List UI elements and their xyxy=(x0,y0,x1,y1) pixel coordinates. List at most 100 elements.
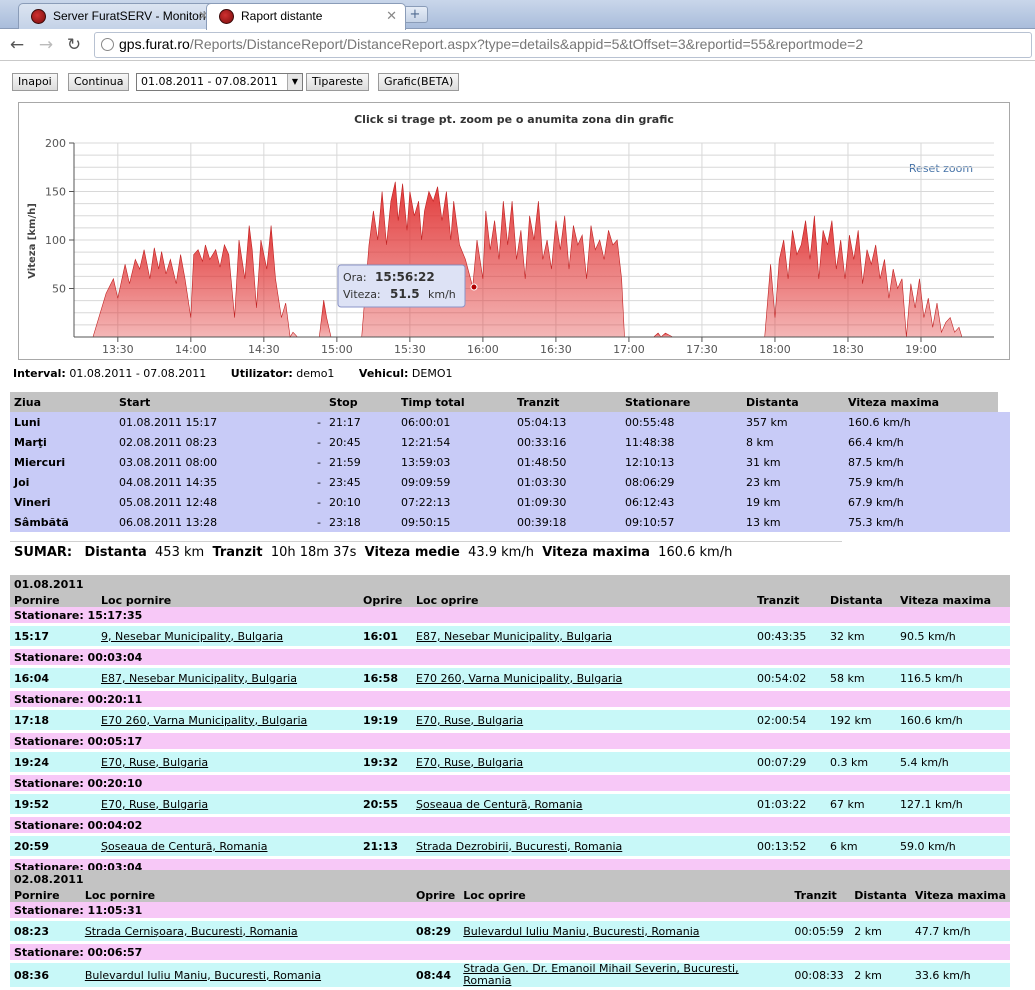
loc-pornire-link[interactable]: Şoseaua de Centură, Romania xyxy=(101,840,267,853)
pornire-cell: 19:24 xyxy=(10,752,97,772)
column-header: Pornire xyxy=(10,886,81,902)
speed-chart-svg[interactable]: Click si trage pt. zoom pe o anumita zon… xyxy=(19,103,1009,359)
loc-oprire-link[interactable]: E70 260, Varna Municipality, Bulgaria xyxy=(416,672,622,685)
chart-tooltip: Ora: 15:56:22 Viteza: 51.5 km/h xyxy=(337,264,478,308)
loc-oprire-link[interactable]: E87, Nesebar Municipality, Bulgaria xyxy=(416,630,612,643)
browser-tab-strip: Server FuratSERV - Monitoriza ✕ Raport d… xyxy=(0,0,1035,30)
loc-oprire-link[interactable]: Şoseaua de Centură, Romania xyxy=(416,798,582,811)
loc-oprire-link[interactable]: Strada Gen. Dr. Emanoil Mihail Severin, … xyxy=(463,962,738,987)
day-cell: 357 km xyxy=(742,412,844,432)
column-header: Ziua xyxy=(10,392,115,412)
tranzit-cell: 00:08:33 xyxy=(790,963,851,987)
tranzit-cell: 00:13:52 xyxy=(753,836,826,856)
browser-tab-monitorizare[interactable]: Server FuratSERV - Monitoriza ✕ xyxy=(18,3,218,29)
pornire-cell: 16:04 xyxy=(10,668,97,688)
forward-arrow-icon[interactable]: → xyxy=(35,34,57,56)
inapoi-button[interactable]: Inapoi xyxy=(12,73,58,91)
site-favicon-icon xyxy=(219,9,234,24)
day-cell: 66.4 km/h xyxy=(844,432,998,452)
close-icon[interactable]: ✕ xyxy=(386,8,397,24)
column-header: Loc oprire xyxy=(459,886,791,902)
speed-area-segment-small xyxy=(652,332,673,338)
loc-pornire-cell: E87, Nesebar Municipality, Bulgaria xyxy=(97,668,359,688)
stationare-text: Stationare: 00:20:11 xyxy=(10,691,1010,707)
oprire-cell: 20:55 xyxy=(359,794,412,814)
interval-label: Interval: xyxy=(13,367,66,380)
day-cell: 160.6 km/h xyxy=(844,412,998,432)
oprire-cell: 08:44 xyxy=(411,963,460,987)
speed-area-segment-bump xyxy=(318,300,332,338)
day-cell: 75.9 km/h xyxy=(844,472,998,492)
back-arrow-icon[interactable]: ← xyxy=(6,34,28,56)
loc-pornire-link[interactable]: E70 260, Varna Municipality, Bulgaria xyxy=(101,714,307,727)
chart-series xyxy=(92,181,963,338)
loc-pornire-cell: Strada Cernişoara, Bucuresti, Romania xyxy=(80,921,412,941)
y-tick-label: 100 xyxy=(45,234,66,247)
tranzit-cell: 01:03:22 xyxy=(753,794,826,814)
chevron-down-icon[interactable]: ▼ xyxy=(287,74,302,90)
x-tick-label: 18:30 xyxy=(832,343,864,356)
column-header: Loc pornire xyxy=(97,591,359,607)
reset-zoom-button[interactable]: Reset zoom xyxy=(909,162,973,175)
loc-pornire-link[interactable]: 9, Nesebar Municipality, Bulgaria xyxy=(101,630,283,643)
column-header: Viteza maxima xyxy=(910,886,1010,902)
loc-oprire-link[interactable]: E70, Ruse, Bulgaria xyxy=(416,714,523,727)
oprire-cell: 21:13 xyxy=(359,836,412,856)
day-cell: 12:10:13 xyxy=(621,452,742,472)
divider xyxy=(10,541,842,542)
tooltip-ora-label: Ora: xyxy=(343,271,367,284)
loc-pornire-link[interactable]: E87, Nesebar Municipality, Bulgaria xyxy=(101,672,297,685)
speed-chart[interactable]: Click si trage pt. zoom pe o anumita zon… xyxy=(18,102,1010,360)
day-cell: 08:06:29 xyxy=(621,472,742,492)
browser-tab-raport-distante[interactable]: Raport distante ✕ xyxy=(206,3,406,30)
day-row: Vineri 05.08.2011 12:48-20:10 07:22:13 01:0… xyxy=(10,492,1010,512)
day-cell: 67.9 km/h xyxy=(844,492,998,512)
oprire-cell: 19:19 xyxy=(359,710,412,730)
vehicul-label: Vehicul: xyxy=(358,367,409,380)
tipareste-button[interactable]: Tipareste xyxy=(306,73,370,91)
stationare-text: Stationare: 00:03:04 xyxy=(10,649,1010,665)
day-cell: 01:48:50 xyxy=(513,452,621,472)
day-cell: 23:18 xyxy=(325,512,397,532)
address-bar[interactable]: gps.furat.ro/Reports/DistanceReport/Dist… xyxy=(94,32,1032,58)
browser-nav-bar: ← → ↻ gps.furat.ro/Reports/DistanceRepor… xyxy=(0,29,1035,61)
continua-button[interactable]: Continua xyxy=(68,73,130,91)
column-header: Stationare xyxy=(621,392,742,412)
x-tick-label: 13:30 xyxy=(102,343,134,356)
loc-pornire-link[interactable]: Strada Cernişoara, Bucuresti, Romania xyxy=(85,925,298,938)
tranzit-value: 10h 18m 37s xyxy=(270,545,357,560)
column-header: Timp total xyxy=(397,392,513,412)
day-start: 04.08.2011 14:35 xyxy=(115,472,305,492)
viteza-maxima-label: Viteza maxima xyxy=(542,545,650,560)
day-cell: 11:48:38 xyxy=(621,432,742,452)
loc-pornire-cell: E70, Ruse, Bulgaria xyxy=(97,794,359,814)
loc-pornire-link[interactable]: E70, Ruse, Bulgaria xyxy=(101,798,208,811)
loc-oprire-cell: Strada Dezrobirii, Bucuresti, Romania xyxy=(412,836,753,856)
dash: - xyxy=(305,432,325,452)
grafic-button[interactable]: Grafic(BETA) xyxy=(378,73,460,91)
loc-oprire-link[interactable]: Strada Dezrobirii, Bucuresti, Romania xyxy=(416,840,622,853)
day-cell: 09:10:57 xyxy=(621,512,742,532)
day-cell: 01:09:30 xyxy=(513,492,621,512)
dash: - xyxy=(305,492,325,512)
loc-oprire-cell: Şoseaua de Centură, Romania xyxy=(412,794,753,814)
loc-oprire-link[interactable]: E70, Ruse, Bulgaria xyxy=(416,756,523,769)
reload-icon[interactable]: ↻ xyxy=(63,34,85,56)
days-header-row: Ziua Start Stop Timp total Tranzit Stationare… xyxy=(10,392,1010,412)
column-header: Start xyxy=(115,392,305,412)
day-cell: 00:55:48 xyxy=(621,412,742,432)
loc-oprire-cell: E70, Ruse, Bulgaria xyxy=(412,710,753,730)
loc-pornire-link[interactable]: E70, Ruse, Bulgaria xyxy=(101,756,208,769)
loc-pornire-cell: 9, Nesebar Municipality, Bulgaria xyxy=(97,626,359,646)
interval-select[interactable]: 01.08.2011 - 07.08.2011 ▼ xyxy=(136,73,303,91)
viteza-medie-label: Viteza medie xyxy=(364,545,460,560)
viteza-medie-value: 43.9 km/h xyxy=(468,545,534,560)
loc-oprire-link[interactable]: Bulevardul Iuliu Maniu, Bucuresti, Roman… xyxy=(463,925,699,938)
day-cell: 06:12:43 xyxy=(621,492,742,512)
trip-row: 16:04 E87, Nesebar Municipality, Bulgaria… xyxy=(10,668,1010,688)
dash: - xyxy=(305,512,325,532)
column-header: Pornire xyxy=(10,591,97,607)
day-cell: 13:59:03 xyxy=(397,452,513,472)
distanta-label: Distanta xyxy=(84,545,147,560)
day-cell-empty xyxy=(997,512,1010,532)
